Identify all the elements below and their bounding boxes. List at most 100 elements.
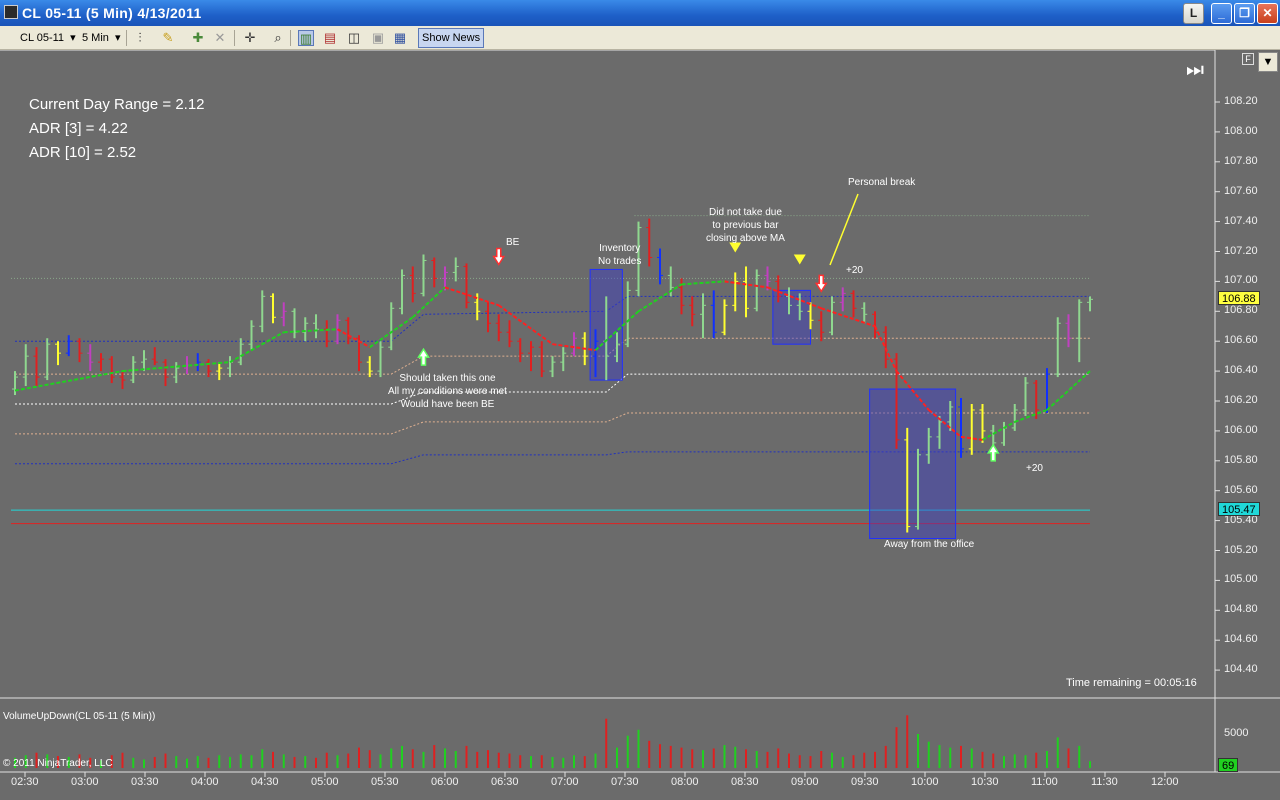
time-tick-label: 11:00 [1031,776,1058,788]
volume-last-badge: 69 [1218,758,1239,772]
maximize-button[interactable]: ❐ [1234,3,1255,24]
time-tick-label: 03:30 [131,776,159,788]
moving-average-segment [820,307,876,328]
price-tick-label: 107.00 [1224,274,1258,287]
annotation-personal-break: Personal break [848,177,916,188]
show-news-button[interactable]: Show News [418,28,485,48]
moving-average-segment [444,286,500,307]
annotation-box-2 [869,388,957,540]
moving-average-segment [498,304,554,346]
level-line-2 [15,295,1090,342]
price-tick-label: 105.60 [1224,483,1258,496]
volume-tick-label: 5000 [1224,727,1249,739]
ninjatrader-chart-window: CL 05-11 (5 Min) 4/13/2011 L _ ❐ ✕ CL 05… [0,0,1280,800]
moving-average-segment [681,280,725,286]
price-tick-label: 107.60 [1224,184,1258,197]
price-tick-label: 106.80 [1224,304,1258,317]
price-tick-label: 104.40 [1224,663,1258,676]
annotation-did-not-take: Did not take due to previous bar closing… [706,207,785,244]
time-remaining-label: Time remaining = 00:05:16 [1066,677,1197,689]
interval-label: 5 Min [82,32,109,44]
chevron-down-icon: ▾ [111,32,121,44]
f-button[interactable]: F [1242,53,1254,65]
interval-dropdown[interactable]: 5 Min ▾ [82,29,121,47]
time-tick-label: 10:00 [911,776,939,788]
time-tick-label: 10:30 [971,776,999,788]
price-tick-label: 104.60 [1224,633,1258,646]
annotation-be: BE [506,237,520,248]
time-tick-label: 08:00 [671,776,699,788]
moving-average-segment [1014,409,1048,423]
price-tick-label: 105.20 [1224,543,1258,556]
zoom-icon[interactable]: ⌕ [270,30,286,46]
price-tick-label: 105.80 [1224,453,1258,466]
price-tick-label: 106.60 [1224,334,1258,347]
toolbar-separator [126,30,127,46]
time-tick-label: 06:00 [431,776,459,788]
time-tick-label: 07:30 [611,776,639,788]
price-tick-label: 107.20 [1224,244,1258,257]
annotation-away: Away from the office [884,539,975,550]
strategies-icon[interactable]: ▤ [322,30,338,46]
pencil-draw-icon[interactable]: ✎ [160,30,176,46]
add-indicator-icon[interactable]: ✚ [190,30,206,46]
time-tick-label: 05:30 [371,776,399,788]
data-box-icon[interactable]: ◫ [346,30,362,46]
down-arrow-icon [814,274,828,293]
annotation-plus20-bottom: +20 [1026,463,1043,474]
app-icon [4,5,18,19]
time-tick-label: 06:30 [491,776,519,788]
moving-average-segment [283,328,338,334]
toolbar-separator [234,30,235,46]
window-title: CL 05-11 (5 Min) 4/13/2011 [22,5,202,21]
up-arrow-icon [986,443,1000,462]
copyright-label: © 2011 NinjaTrader, LLC [3,758,113,769]
volume-indicator-label: VolumeUpDown(CL 05-11 (5 Min)) [3,711,156,722]
chart-panel[interactable]: Current Day Range = 2.12 ADR [3] = 4.22 … [0,50,1280,800]
remove-indicator-icon[interactable]: ✕ [212,30,228,46]
adr3-label: ADR [3] = 4.22 [29,120,128,137]
time-tick-label: 05:00 [311,776,339,788]
cyan-line-badge: 105.47 [1218,502,1260,516]
time-tick-label: 04:30 [251,776,279,788]
toolbar-separator [290,30,291,46]
time-tick-label: 12:00 [1151,776,1179,788]
bar-type-icon[interactable]: ⫶ [132,30,148,46]
price-tick-label: 105.00 [1224,573,1258,586]
chart-trader-icon[interactable]: ▥ [298,30,314,46]
current-day-range-label: Current Day Range = 2.12 [29,96,205,113]
moving-average-segment [982,421,1016,441]
close-button[interactable]: ✕ [1257,3,1278,24]
annotation-plus20-top: +20 [846,265,863,276]
jump-to-end-icon[interactable]: ⏭ [1186,59,1204,82]
moving-average-segment [1046,370,1091,411]
price-tick-label: 104.80 [1224,603,1258,616]
annotation-should-taken: Should taken this one All my conditions … [388,373,507,410]
title-bar: CL 05-11 (5 Min) 4/13/2011 L _ ❐ ✕ [0,0,1280,26]
properties-icon[interactable]: ▦ [392,30,408,46]
time-tick-label: 08:30 [731,776,759,788]
chevron-down-icon: ▾ [67,32,76,44]
moving-average-segment [637,283,683,313]
chevron-down-icon[interactable]: ▼ [1258,52,1278,72]
price-tick-label: 106.00 [1224,423,1258,436]
time-tick-label: 03:00 [71,776,99,788]
chart-toolbar: CL 05-11 ▾ 5 Min ▾ ⫶ ✎ ✚ ✕ ✛ ⌕ ▥ ▤ ◫ ▣ ▦… [0,26,1280,50]
instrument-dropdown[interactable]: CL 05-11 ▾ [20,29,76,47]
price-tick-label: 108.20 [1224,95,1258,107]
price-tick-label: 107.80 [1224,154,1258,167]
instrument-label: CL 05-11 [20,32,65,44]
snapshot-icon[interactable]: ▣ [370,30,386,46]
link-button[interactable]: L [1183,3,1204,24]
moving-average-segment [412,286,446,319]
price-tick-label: 108.00 [1224,124,1258,137]
minimize-button[interactable]: _ [1211,3,1232,24]
down-arrow-icon [492,247,506,266]
time-tick-label: 11:30 [1091,776,1118,788]
time-tick-label: 07:00 [551,776,579,788]
price-tick-label: 106.40 [1224,364,1258,377]
crosshair-icon[interactable]: ✛ [242,30,258,46]
signal-triangle-icon [793,254,806,265]
adr10-label: ADR [10] = 2.52 [29,144,137,161]
moving-average-segment [229,331,285,364]
